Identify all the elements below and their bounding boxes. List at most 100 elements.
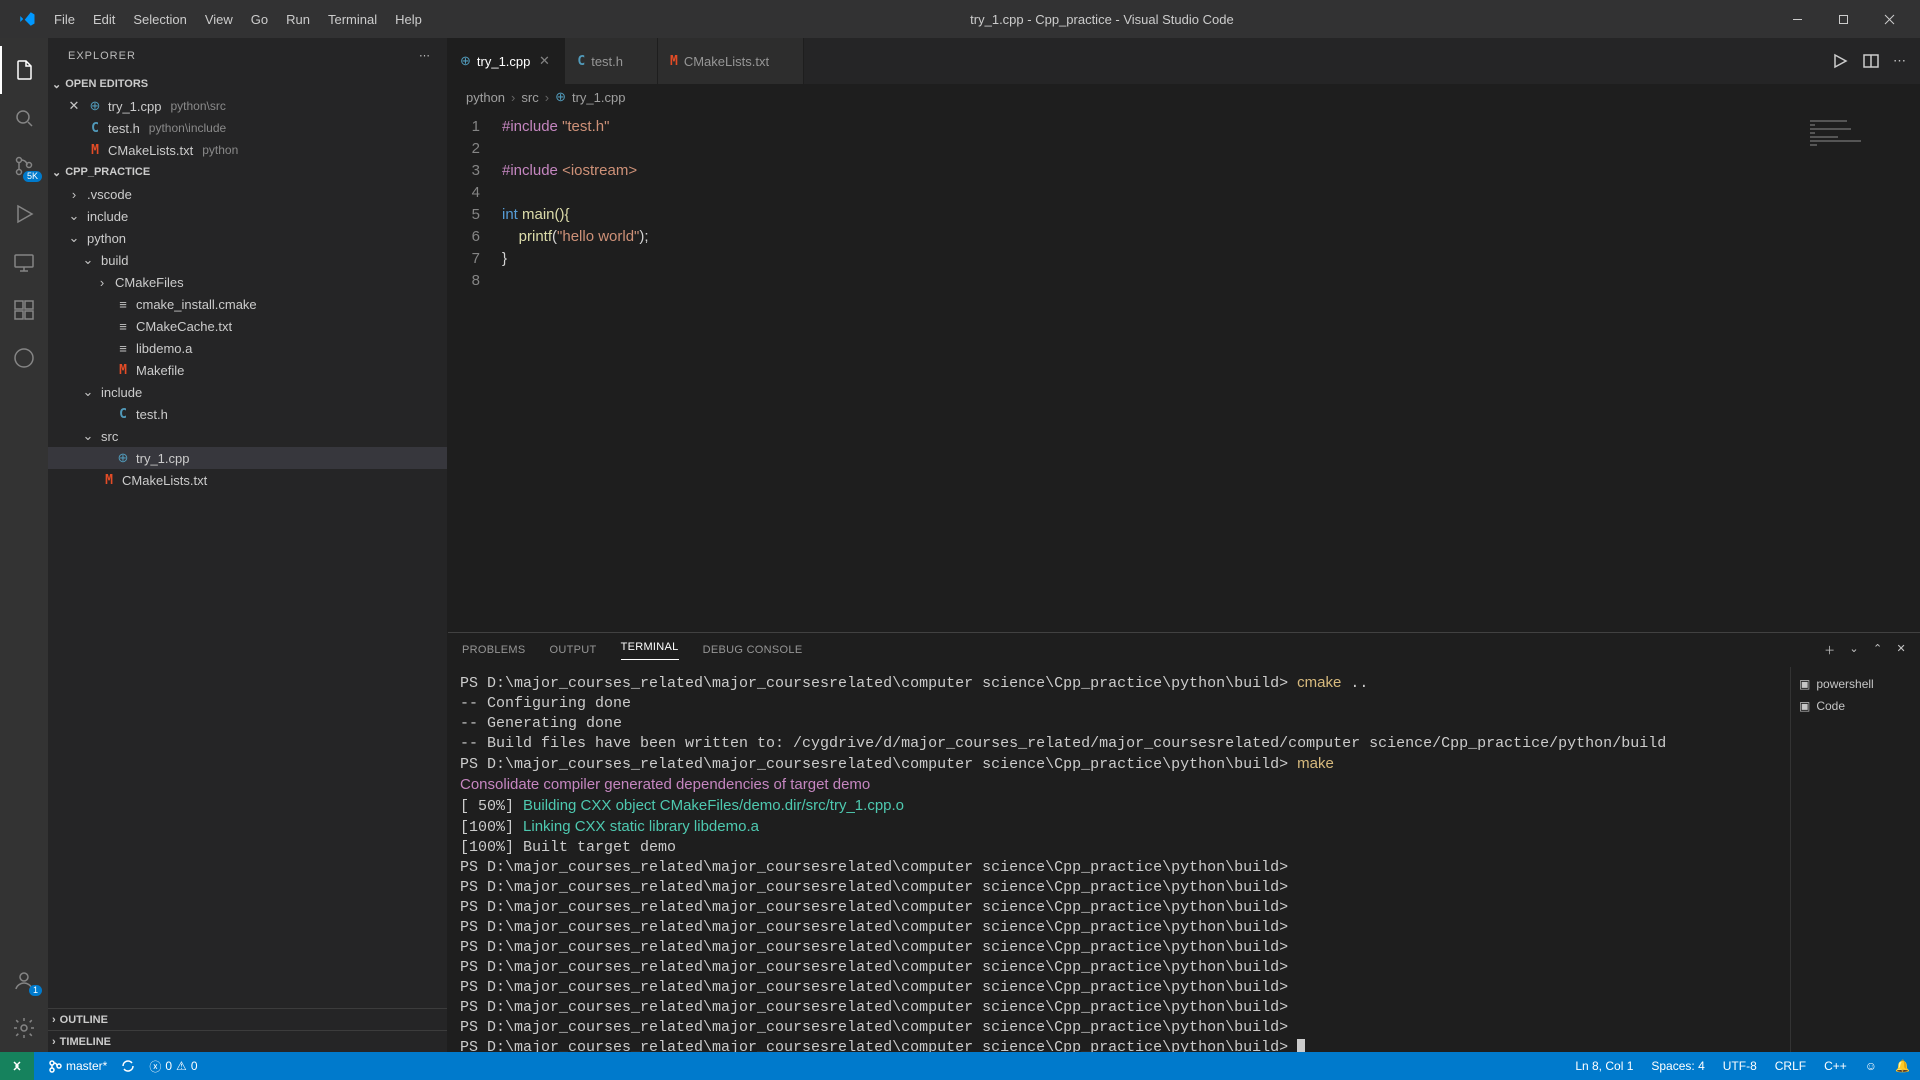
file-item[interactable]: ≡cmake_install.cmake [48,293,447,315]
chevron-down-icon: ⌄ [66,208,82,224]
folder-item[interactable]: ⌄include [48,381,447,403]
tab-label: CMakeLists.txt [684,54,769,69]
c-icon: C [115,407,131,422]
editor-area[interactable]: 12345678 #include "test.h" #include <ios… [448,110,1920,632]
timeline-section[interactable]: › TIMELINE [48,1030,447,1052]
notifications-icon[interactable]: 🔔 [1895,1059,1910,1073]
terminal-entry-code[interactable]: ▣Code [1799,695,1912,717]
remote-explorer-icon[interactable] [0,238,48,286]
menu-selection[interactable]: Selection [125,6,194,33]
close-panel-icon[interactable]: ✕ [1896,642,1906,658]
tab-output[interactable]: OUTPUT [550,644,597,656]
maximize-panel-icon[interactable]: ⌃ [1873,642,1883,658]
accounts-icon[interactable]: 1 [0,956,48,1004]
minimize-button[interactable] [1774,0,1820,38]
folder-item[interactable]: › .vscode [48,183,447,205]
tab-problems[interactable]: PROBLEMS [462,644,526,656]
tab-terminal[interactable]: TERMINAL [621,641,679,660]
folder-item[interactable]: › CMakeFiles [48,271,447,293]
breadcrumb[interactable]: python› src› ⊕ try_1.cpp [448,84,1920,110]
sidebar-title: EXPLORER [68,50,136,62]
remote-indicator[interactable] [0,1052,34,1080]
tree-label: .vscode [87,187,132,202]
encoding[interactable]: UTF-8 [1723,1059,1757,1073]
tree-label: python [87,231,126,246]
sidebar: EXPLORER ⋯ ⌄ OPEN EDITORS ✕⊕try_1.cpppyt… [48,38,448,1052]
tree-label: CMakeFiles [115,275,184,290]
menu-run[interactable]: Run [278,6,318,33]
terminal-dropdown-icon[interactable]: ⌄ [1849,642,1859,658]
makefile-icon: M [101,473,117,488]
eol[interactable]: CRLF [1775,1059,1806,1073]
open-editor-item[interactable]: Ctest.hpython\include [48,117,447,139]
cursor-position[interactable]: Ln 8, Col 1 [1575,1059,1633,1073]
run-debug-icon[interactable] [0,190,48,238]
menu-help[interactable]: Help [387,6,430,33]
chevron-right-icon: › [66,187,82,202]
indentation[interactable]: Spaces: 4 [1651,1059,1704,1073]
split-editor-icon[interactable] [1863,53,1879,69]
sync-indicator[interactable] [121,1059,135,1073]
branch-indicator[interactable]: master* [48,1059,107,1073]
problems-indicator[interactable]: ⓧ0 ⚠0 [149,1058,197,1075]
settings-gear-icon[interactable] [0,1004,48,1052]
activity-bar: 5K 1 [0,38,48,1052]
feedback-icon[interactable]: ☺ [1865,1059,1877,1073]
outline-section[interactable]: › OUTLINE [48,1008,447,1030]
file-hint: python\src [170,99,225,113]
search-icon[interactable] [0,94,48,142]
code-content[interactable]: #include "test.h" #include <iostream> in… [498,110,649,632]
file-item[interactable]: MMakefile [48,359,447,381]
terminal-entry-powershell[interactable]: ▣powershell [1799,673,1912,695]
language-mode[interactable]: C++ [1824,1059,1847,1073]
c-icon: C [577,54,585,69]
editor-tab[interactable]: MCMakeLists.txt [658,38,804,84]
open-editors-section[interactable]: ⌄ OPEN EDITORS [48,73,447,95]
close-icon[interactable]: ✕ [66,98,82,114]
close-window-button[interactable] [1866,0,1912,38]
run-icon[interactable] [1831,52,1849,70]
open-editor-item[interactable]: MCMakeLists.txtpython [48,139,447,161]
maximize-button[interactable] [1820,0,1866,38]
folder-item[interactable]: ⌄python [48,227,447,249]
github-icon[interactable] [0,334,48,382]
minimap[interactable] [1806,110,1906,632]
close-icon[interactable]: ✕ [536,53,552,69]
terminal-list: ▣powershell ▣Code [1790,667,1920,1052]
tree-label: try_1.cpp [136,451,189,466]
file-item[interactable]: Ctest.h [48,403,447,425]
menu-terminal[interactable]: Terminal [320,6,385,33]
chevron-right-icon: › [94,275,110,290]
folder-item[interactable]: ⌄include [48,205,447,227]
new-terminal-icon[interactable]: ＋ [1824,642,1835,658]
open-editor-item[interactable]: ✕⊕try_1.cpppython\src [48,95,447,117]
workspace-section[interactable]: ⌄ CPP_PRACTICE [48,161,447,183]
tree-label: src [101,429,118,444]
folder-item[interactable]: ⌄ src [48,425,447,447]
menu-view[interactable]: View [197,6,241,33]
folder-item[interactable]: ⌄build [48,249,447,271]
chevron-down-icon: ⌄ [80,428,96,444]
terminal-output[interactable]: PS D:\major_courses_related\major_course… [448,667,1790,1052]
file-item[interactable]: ≡CMakeCache.txt [48,315,447,337]
editor-more-icon[interactable]: ⋯ [1893,53,1906,69]
makefile-icon: M [115,363,131,378]
chevron-down-icon: ⌄ [52,78,61,91]
file-item[interactable]: ⊕ try_1.cpp [48,447,447,469]
tab-debug-console[interactable]: DEBUG CONSOLE [703,644,803,656]
file-item[interactable]: ≡libdemo.a [48,337,447,359]
cpp-icon: ⊕ [115,450,131,466]
file-item[interactable]: MCMakeLists.txt [48,469,447,491]
extensions-icon[interactable] [0,286,48,334]
menu-file[interactable]: File [46,6,83,33]
explorer-icon[interactable] [0,46,48,94]
editor-tab[interactable]: Ctest.h [565,38,658,84]
editor-tab[interactable]: ⊕try_1.cpp✕ [448,38,565,84]
tree-label: cmake_install.cmake [136,297,257,312]
chevron-right-icon: › [52,1014,56,1026]
chevron-down-icon: ⌄ [80,252,96,268]
sidebar-more-icon[interactable]: ⋯ [419,49,431,62]
menu-go[interactable]: Go [243,6,276,33]
menu-edit[interactable]: Edit [85,6,123,33]
source-control-icon[interactable]: 5K [0,142,48,190]
